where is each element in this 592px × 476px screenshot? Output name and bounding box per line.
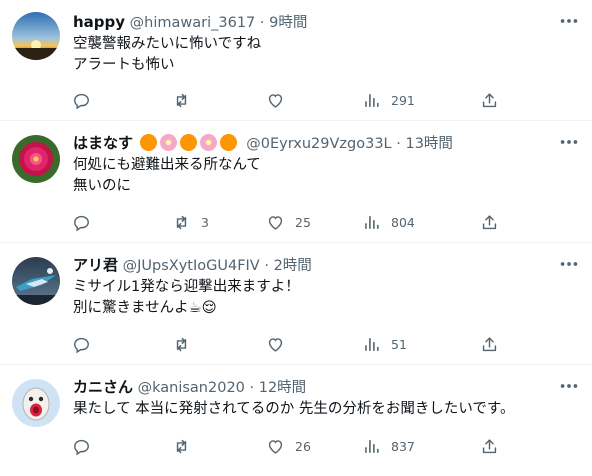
- tweet[interactable]: はまなす @0Eyrxu29Vzgo33L · 13時間 何処にも避難出来る所な…: [0, 121, 592, 243]
- timestamp[interactable]: 9時間: [269, 15, 307, 31]
- tweet[interactable]: アリ君 @JUpsXytIoGU4FIV · 2時間 ミサイル1発なら迎撃出来ま…: [0, 243, 592, 365]
- reply-icon: [72, 213, 91, 232]
- retweet-icon: [172, 91, 191, 110]
- cherry-blossom-icon: [159, 134, 177, 151]
- retweet-button[interactable]: [172, 434, 201, 458]
- views-button[interactable]: 51: [362, 332, 407, 356]
- like-button[interactable]: 25: [266, 210, 311, 234]
- cherry-blossom-icon: [199, 134, 217, 151]
- share-button[interactable]: [480, 210, 499, 234]
- reply-button[interactable]: [72, 210, 101, 234]
- reply-button[interactable]: [72, 434, 101, 458]
- retweet-button[interactable]: [172, 88, 201, 112]
- tweet-header: アリ君 @JUpsXytIoGU4FIV · 2時間: [73, 255, 552, 275]
- reply-icon: [72, 335, 91, 354]
- reply-icon: [72, 91, 91, 110]
- views-count: 837: [391, 438, 415, 454]
- tweet[interactable]: カニさん @kanisan2020 · 12時間 果たして 本当に発射されてるの…: [0, 365, 592, 476]
- like-button[interactable]: [266, 88, 295, 112]
- share-icon: [480, 91, 499, 110]
- retweet-button[interactable]: [172, 332, 201, 356]
- user-handle[interactable]: @0Eyrxu29Vzgo33L: [246, 136, 391, 152]
- display-name[interactable]: happy: [73, 13, 125, 31]
- avatar[interactable]: [12, 135, 60, 183]
- action-bar: 291: [60, 88, 540, 112]
- like-count: 25: [295, 214, 311, 230]
- separator-dot: ·: [249, 380, 255, 396]
- user-handle[interactable]: @himawari_3617: [130, 15, 256, 31]
- views-icon: [362, 213, 381, 232]
- more-icon[interactable]: [558, 375, 580, 397]
- display-name[interactable]: カニさん: [73, 378, 133, 396]
- views-button[interactable]: 804: [362, 210, 415, 234]
- tweet-text: 果たして 本当に発射されてるのか 先生の分析をお聞きしたいです。: [73, 401, 515, 417]
- views-count: 291: [391, 92, 415, 108]
- views-count: 804: [391, 214, 415, 230]
- action-bar: 3 25 804: [60, 210, 540, 234]
- user-handle[interactable]: @JUpsXytIoGU4FIV: [123, 258, 260, 274]
- retweet-button[interactable]: 3: [172, 210, 209, 234]
- separator-dot: ·: [264, 258, 269, 274]
- avatar[interactable]: [12, 379, 60, 427]
- separator-dot: ·: [396, 136, 401, 152]
- timestamp[interactable]: 13時間: [405, 136, 452, 152]
- like-icon: [266, 335, 285, 354]
- tweet-text: ミサイル1発なら迎撃出来ますよ！ 別に驚きませんよ☕😌: [73, 279, 300, 316]
- timestamp[interactable]: 2時間: [274, 258, 312, 274]
- like-button[interactable]: [266, 332, 295, 356]
- avatar[interactable]: [12, 12, 60, 60]
- tweet-header: happy @himawari_3617 · 9時間: [73, 12, 552, 32]
- reply-button[interactable]: [72, 332, 101, 356]
- reply-icon: [72, 437, 91, 456]
- reply-button[interactable]: [72, 88, 101, 112]
- like-button[interactable]: 26: [266, 434, 311, 458]
- separator-dot: ·: [259, 15, 265, 31]
- action-bar: 51: [60, 332, 540, 356]
- retweet-icon: [172, 335, 191, 354]
- views-button[interactable]: 837: [362, 434, 415, 458]
- action-bar: 26 837: [60, 434, 540, 458]
- views-icon: [362, 437, 381, 456]
- retweet-icon: [172, 213, 191, 232]
- display-name[interactable]: はまなす: [73, 134, 133, 152]
- tweet-text: 空襲警報みたいに怖いですね アラートも怖い: [73, 36, 262, 73]
- user-handle[interactable]: @kanisan2020: [138, 380, 245, 396]
- name-emoji: [139, 134, 240, 153]
- display-name[interactable]: アリ君: [73, 256, 118, 274]
- tweet-text: 何処にも避難出来る所なんて 無いのに: [73, 157, 261, 194]
- share-icon: [480, 437, 499, 456]
- views-button[interactable]: 291: [362, 88, 415, 112]
- tweet-header: カニさん @kanisan2020 · 12時間: [73, 377, 552, 397]
- share-icon: [480, 213, 499, 232]
- timestamp[interactable]: 12時間: [259, 380, 306, 396]
- share-button[interactable]: [480, 88, 499, 112]
- orange-circle-icon: [139, 134, 157, 151]
- retweet-count: 3: [201, 214, 209, 230]
- orange-circle-icon: [179, 134, 197, 151]
- tweet-header: はまなす @0Eyrxu29Vzgo33L · 13時間: [73, 133, 552, 153]
- more-icon[interactable]: [558, 131, 580, 153]
- more-icon[interactable]: [558, 10, 580, 32]
- views-count: 51: [391, 336, 407, 352]
- orange-circle-icon: [219, 134, 237, 151]
- like-icon: [266, 213, 285, 232]
- more-icon[interactable]: [558, 253, 580, 275]
- share-button[interactable]: [480, 434, 499, 458]
- share-icon: [480, 335, 499, 354]
- like-icon: [266, 437, 285, 456]
- avatar[interactable]: [12, 257, 60, 305]
- views-icon: [362, 335, 381, 354]
- views-icon: [362, 91, 381, 110]
- retweet-icon: [172, 437, 191, 456]
- like-count: 26: [295, 438, 311, 454]
- like-icon: [266, 91, 285, 110]
- share-button[interactable]: [480, 332, 499, 356]
- tweet[interactable]: happy @himawari_3617 · 9時間 空襲警報みたいに怖いですね…: [0, 0, 592, 121]
